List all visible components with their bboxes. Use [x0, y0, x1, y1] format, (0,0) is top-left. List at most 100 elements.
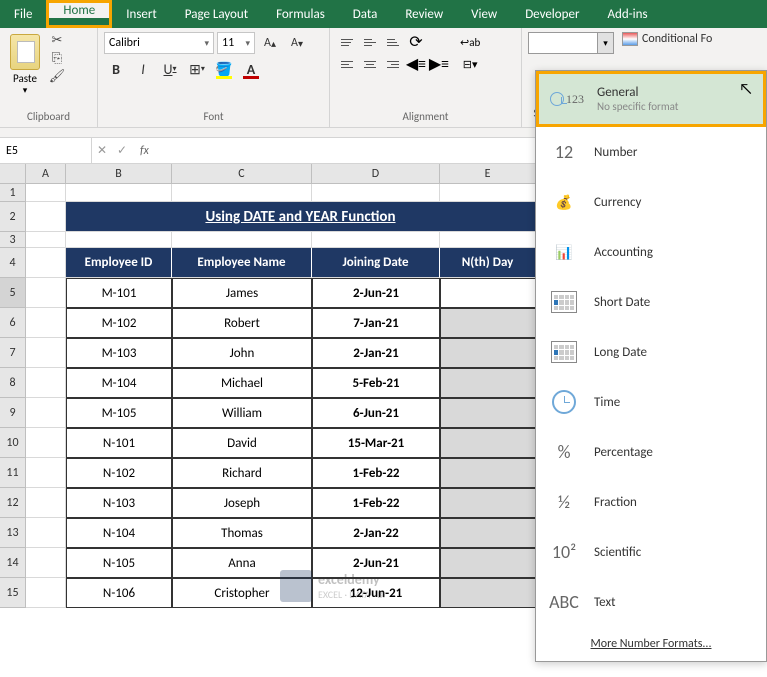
cell-joining-date[interactable]: 2-Jan-21 [312, 338, 440, 368]
format-item-scientific[interactable]: 10²Scientific [536, 527, 766, 577]
cell-employee-id[interactable]: M-104 [66, 368, 172, 398]
cell-nth-day[interactable] [440, 368, 536, 398]
cell-nth-day[interactable] [440, 398, 536, 428]
cell-employee-id[interactable]: M-102 [66, 308, 172, 338]
cell-employee-id[interactable]: N-105 [66, 548, 172, 578]
format-item-time[interactable]: Time [536, 377, 766, 427]
cell[interactable] [66, 232, 172, 248]
row-header[interactable]: 3 [0, 232, 26, 248]
cell-employee-id[interactable]: N-104 [66, 518, 172, 548]
cell-nth-day[interactable] [440, 338, 536, 368]
cell-employee-id[interactable]: M-101 [66, 278, 172, 308]
cell-joining-date[interactable]: 6-Jun-21 [312, 398, 440, 428]
tab-addins[interactable]: Add-ins [593, 0, 661, 28]
font-name-combo[interactable]: Calibri▾ [104, 32, 214, 54]
align-center-icon[interactable] [359, 54, 381, 74]
format-item-general[interactable]: 123GeneralNo specific format↖ [536, 71, 766, 127]
border-button[interactable]: ⊞▾ [185, 58, 209, 80]
number-format-combo[interactable]: ▾ [528, 32, 614, 54]
cell-joining-date[interactable]: 2-Jan-22 [312, 518, 440, 548]
row-header[interactable]: 4 [0, 248, 26, 278]
cut-icon[interactable]: ✂ [48, 32, 66, 48]
name-box[interactable]: E5 [0, 138, 92, 163]
underline-button[interactable]: U▾ [158, 58, 182, 80]
tab-developer[interactable]: Developer [511, 0, 593, 28]
decrease-indent-icon[interactable]: ◀≡ [405, 54, 427, 74]
row-header[interactable]: 13 [0, 518, 26, 548]
tab-insert[interactable]: Insert [112, 0, 171, 28]
cell[interactable] [26, 578, 66, 608]
row-header[interactable]: 9 [0, 398, 26, 428]
col-header-a[interactable]: A [26, 164, 66, 183]
row-header[interactable]: 6 [0, 308, 26, 338]
cell[interactable] [26, 488, 66, 518]
cell-employee-id[interactable]: N-101 [66, 428, 172, 458]
row-header[interactable]: 15 [0, 578, 26, 608]
fx-cancel-icon[interactable]: ✕ [92, 143, 112, 158]
italic-button[interactable]: I [131, 58, 155, 80]
cell[interactable] [172, 184, 312, 202]
tab-review[interactable]: Review [391, 0, 457, 28]
cell-nth-day[interactable] [440, 278, 536, 308]
fx-enter-icon[interactable]: ✓ [112, 143, 132, 158]
cell[interactable] [26, 248, 66, 278]
format-item-number[interactable]: 12Number [536, 127, 766, 177]
cell-nth-day[interactable] [440, 578, 536, 608]
cell-employee-id[interactable]: M-105 [66, 398, 172, 428]
cell-joining-date[interactable]: 7-Jan-21 [312, 308, 440, 338]
header-cell[interactable]: Employee ID [66, 248, 172, 278]
row-header[interactable]: 14 [0, 548, 26, 578]
increase-indent-icon[interactable]: ▶≡ [428, 54, 450, 74]
align-right-icon[interactable] [382, 54, 404, 74]
cell[interactable] [440, 184, 536, 202]
font-size-combo[interactable]: 11▾ [217, 32, 255, 54]
cell-employee-name[interactable]: Thomas [172, 518, 312, 548]
cell-nth-day[interactable] [440, 548, 536, 578]
row-header[interactable]: 10 [0, 428, 26, 458]
cell-employee-name[interactable]: John [172, 338, 312, 368]
format-item-accounting[interactable]: 📊Accounting [536, 227, 766, 277]
cell-nth-day[interactable] [440, 518, 536, 548]
cell[interactable] [26, 278, 66, 308]
row-header[interactable]: 11 [0, 458, 26, 488]
row-header[interactable]: 5 [0, 278, 26, 308]
align-bottom-icon[interactable] [382, 32, 404, 52]
cell-nth-day[interactable] [440, 428, 536, 458]
format-item-currency[interactable]: 💰Currency [536, 177, 766, 227]
cell-joining-date[interactable]: 15-Mar-21 [312, 428, 440, 458]
col-header-d[interactable]: D [312, 164, 440, 183]
tab-home[interactable]: Home [49, 3, 109, 18]
format-item-short-date[interactable]: Short Date [536, 277, 766, 327]
cell[interactable] [26, 202, 66, 232]
cell-employee-name[interactable]: James [172, 278, 312, 308]
title-cell[interactable]: Using DATE and YEAR Function [66, 202, 536, 232]
font-color-button[interactable]: A [239, 58, 263, 80]
cell-employee-name[interactable]: Robert [172, 308, 312, 338]
decrease-font-icon[interactable]: A▾ [285, 32, 309, 54]
cell-employee-name[interactable]: William [172, 398, 312, 428]
tab-page-layout[interactable]: Page Layout [171, 0, 262, 28]
col-header-b[interactable]: B [66, 164, 172, 183]
align-top-icon[interactable] [336, 32, 358, 52]
header-cell[interactable]: Employee Name [172, 248, 312, 278]
conditional-formatting-button[interactable]: Conditional Fo [622, 32, 712, 46]
fill-color-button[interactable]: 🪣 [212, 58, 236, 80]
cell-employee-name[interactable]: Richard [172, 458, 312, 488]
cell[interactable] [440, 232, 536, 248]
cell[interactable] [172, 232, 312, 248]
number-format-caret-icon[interactable]: ▾ [597, 33, 613, 53]
cell-nth-day[interactable] [440, 458, 536, 488]
format-item-percentage[interactable]: %Percentage [536, 427, 766, 477]
copy-icon[interactable]: ⎘ [48, 50, 66, 66]
cell-joining-date[interactable]: 1-Feb-22 [312, 458, 440, 488]
tab-data[interactable]: Data [339, 0, 392, 28]
cell-employee-name[interactable]: David [172, 428, 312, 458]
cell-joining-date[interactable]: 2-Jun-21 [312, 278, 440, 308]
row-header[interactable]: 2 [0, 202, 26, 232]
cell-employee-id[interactable]: M-103 [66, 338, 172, 368]
align-middle-icon[interactable] [359, 32, 381, 52]
cell-joining-date[interactable]: 1-Feb-22 [312, 488, 440, 518]
format-painter-icon[interactable]: 🖌 [48, 68, 66, 84]
format-item-fraction[interactable]: ½Fraction [536, 477, 766, 527]
tab-formulas[interactable]: Formulas [262, 0, 339, 28]
